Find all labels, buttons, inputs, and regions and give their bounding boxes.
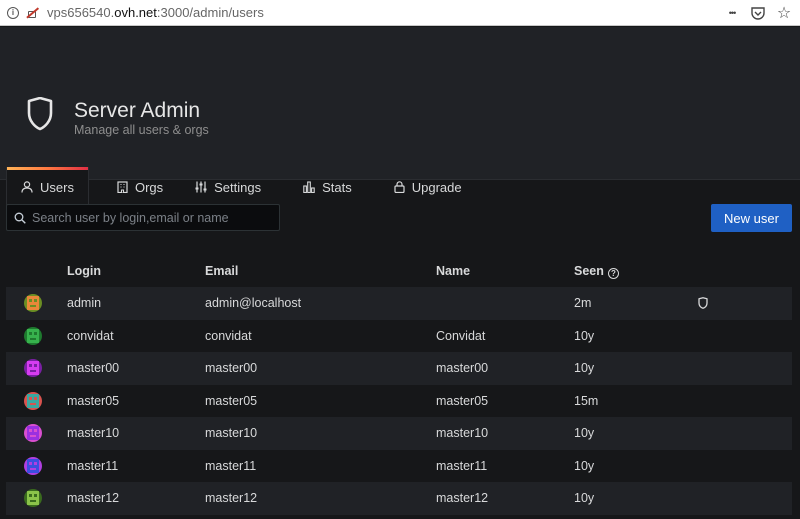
user-seen: 2m	[574, 296, 592, 310]
user-seen: 10y	[574, 491, 595, 505]
user-name[interactable]: master12	[436, 491, 488, 505]
question-circle-icon[interactable]: ?	[607, 268, 619, 279]
user-name[interactable]: master05	[436, 394, 488, 408]
table-row[interactable]: admin admin@localhost 2m	[6, 287, 792, 320]
user-avatar	[24, 294, 42, 312]
tab-label: Orgs	[134, 179, 164, 195]
user-seen: 10y	[574, 426, 595, 440]
tab-label: Users	[40, 179, 74, 195]
user-avatar	[24, 424, 42, 442]
insecure-lock-icon[interactable]	[25, 6, 39, 19]
user-email[interactable]: master10	[205, 426, 257, 440]
table-row[interactable]: master05 master05 master05 15m	[6, 385, 792, 418]
tab-upgrade[interactable]: Upgrade	[380, 167, 476, 207]
user-email[interactable]: convidat	[205, 329, 252, 343]
tab-label: Stats	[322, 179, 352, 195]
search-icon	[14, 212, 26, 224]
tab-settings[interactable]: Settings	[181, 167, 275, 207]
page-actions-icon[interactable]: •••	[724, 5, 740, 21]
column-header-name[interactable]: Name	[436, 264, 470, 278]
user-avatar	[24, 391, 42, 410]
user-name[interactable]: Convidat	[436, 329, 485, 343]
tab-stats[interactable]: Stats	[289, 167, 366, 207]
tab-label: Upgrade	[411, 179, 462, 195]
user-email[interactable]: master12	[205, 491, 257, 505]
table-row[interactable]: convidat convidat Convidat 10y	[6, 320, 792, 353]
page-subtitle: Manage all users & orgs	[74, 123, 209, 137]
user-avatar	[24, 326, 42, 345]
lock-icon	[394, 181, 405, 193]
user-login[interactable]: admin	[67, 296, 101, 310]
bar-chart-icon	[303, 181, 315, 193]
user-icon	[21, 181, 33, 193]
tab-users[interactable]: Users	[6, 167, 89, 207]
tab-label: Settings	[214, 179, 262, 195]
user-email[interactable]: master00	[205, 361, 257, 375]
user-name[interactable]: master11	[436, 459, 487, 473]
pocket-icon[interactable]	[750, 5, 766, 21]
user-login[interactable]: master00	[67, 361, 119, 375]
user-login[interactable]: master10	[67, 426, 119, 440]
users-table-body: admin admin@localhost 2m convidat convid…	[6, 287, 792, 515]
user-name[interactable]: master10	[436, 426, 488, 440]
user-avatar	[24, 359, 42, 377]
table-row[interactable]: master10 master10 master10 10y	[6, 417, 792, 450]
bookmark-star-icon[interactable]: ☆	[776, 5, 792, 22]
user-login[interactable]: master05	[67, 394, 119, 408]
user-seen: 15m	[574, 393, 599, 408]
user-seen: 10y	[574, 361, 595, 375]
user-email[interactable]: admin@localhost	[205, 296, 301, 310]
table-row[interactable]: master12 master12 master12 10y	[6, 482, 792, 515]
search-input[interactable]	[32, 210, 272, 225]
table-row[interactable]: master11 master11 master11 10y	[6, 450, 792, 483]
user-login[interactable]: master11	[67, 459, 118, 473]
users-table-header: Login Email Name Seen?	[6, 258, 792, 284]
user-login[interactable]: master12	[67, 491, 119, 505]
building-icon	[117, 181, 128, 193]
sliders-icon	[195, 181, 207, 193]
column-header-seen[interactable]: Seen?	[574, 264, 619, 279]
tab-orgs[interactable]: Orgs	[103, 167, 177, 207]
user-avatar	[24, 456, 42, 475]
shield-icon	[27, 97, 53, 131]
new-user-button[interactable]: New user	[711, 204, 792, 232]
user-name[interactable]: master00	[436, 361, 488, 375]
column-header-login[interactable]: Login	[67, 264, 101, 278]
user-avatar	[24, 489, 42, 507]
page-header: Server Admin Manage all users & orgs Use…	[0, 27, 800, 207]
page-title: Server Admin	[74, 99, 201, 122]
user-email[interactable]: master05	[205, 394, 257, 408]
user-seen: 10y	[574, 328, 595, 343]
user-email[interactable]: master11	[205, 459, 256, 473]
user-seen: 10y	[574, 458, 595, 473]
admin-tabs: Users Orgs Settings Stats Upgrade	[6, 167, 476, 207]
table-row[interactable]: master00 master00 master00 10y	[6, 352, 792, 385]
server-admin-shield-icon	[698, 297, 708, 309]
url-text[interactable]: vps656540.ovh.net:3000/admin/users	[47, 5, 264, 20]
column-header-email[interactable]: Email	[205, 264, 238, 278]
user-login[interactable]: convidat	[67, 329, 114, 343]
info-icon[interactable]: i	[7, 6, 19, 19]
browser-url-bar: i vps656540.ovh.net:3000/admin/users •••…	[0, 0, 800, 26]
user-search-box	[6, 204, 280, 231]
